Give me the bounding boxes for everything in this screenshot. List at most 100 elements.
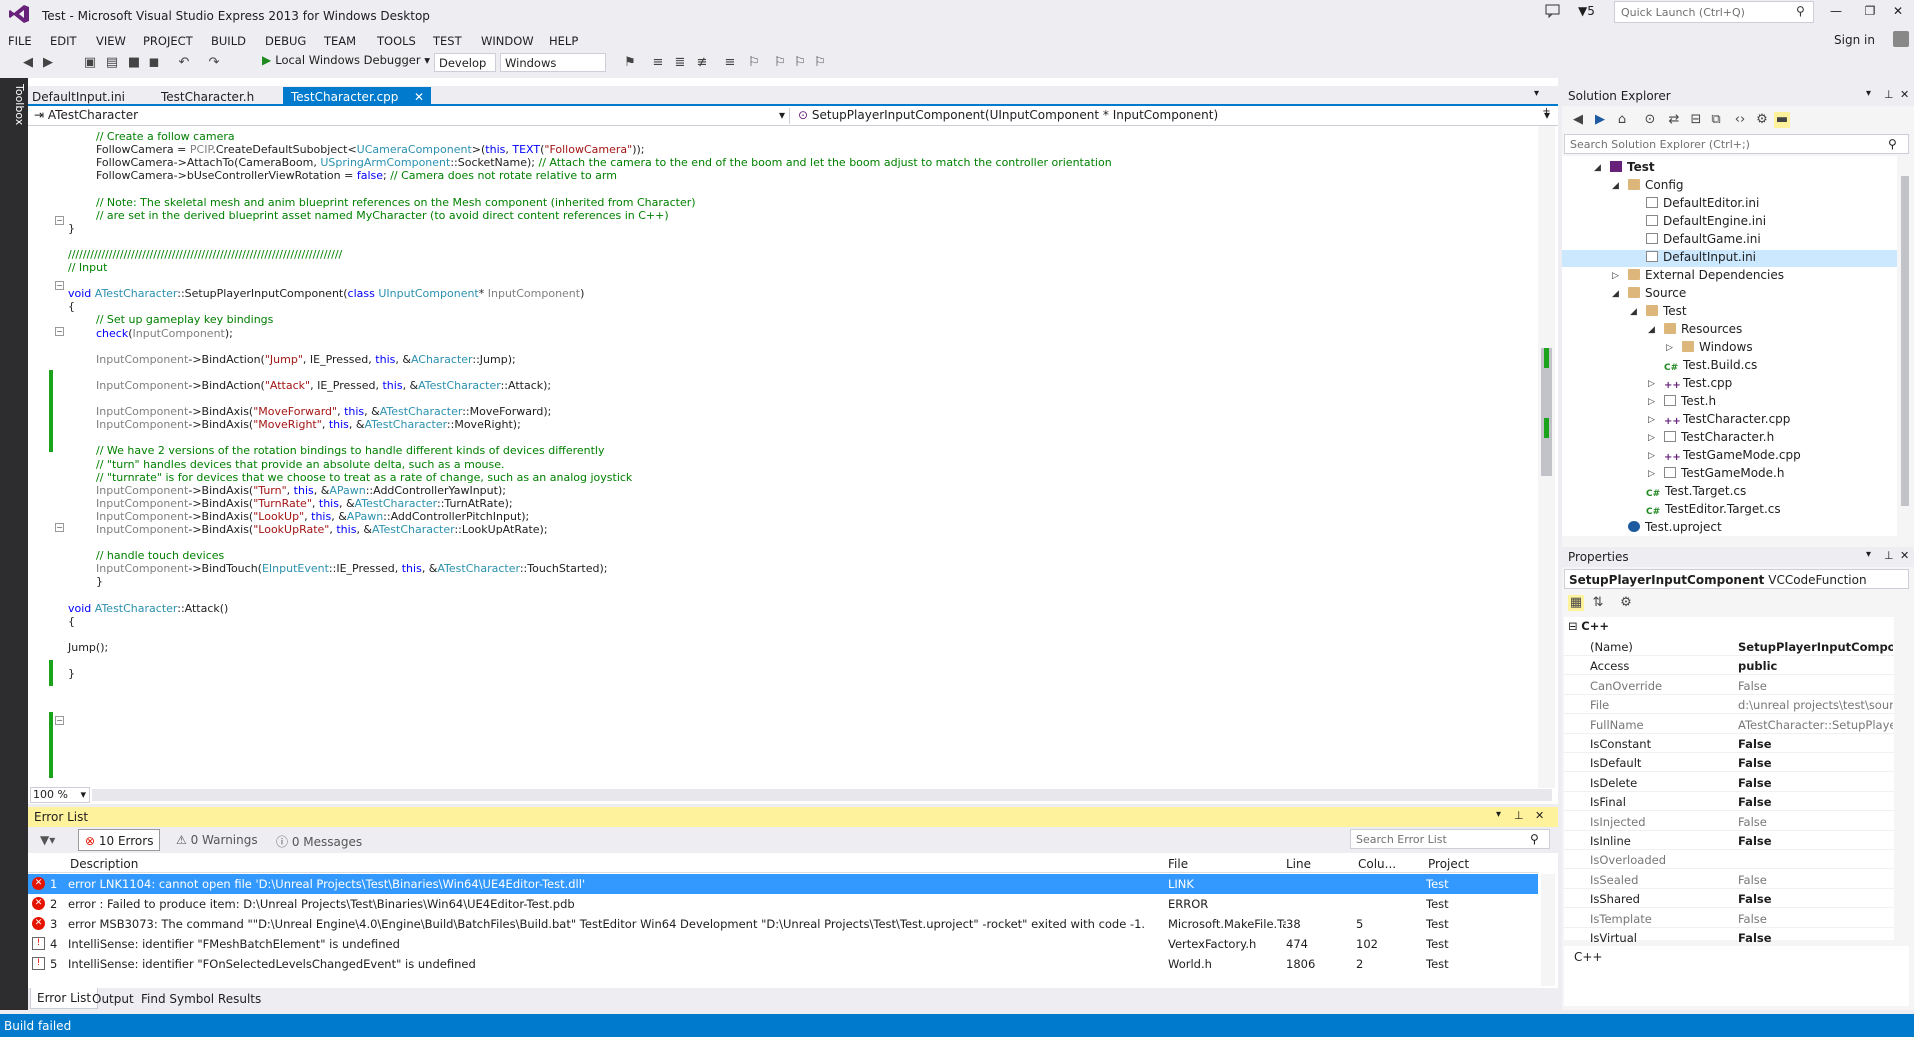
menu-window[interactable]: WINDOW	[481, 34, 534, 48]
table-row[interactable]: ! 4 IntelliSense: identifier "FMeshBatchEl…	[28, 934, 1538, 954]
tree-node[interactable]: C# Test.Target.cs	[1646, 484, 1746, 501]
property-row[interactable]: CanOverride False	[1564, 676, 1894, 695]
new-project-icon[interactable]: ▣	[82, 55, 98, 71]
properties-icon[interactable]: ⚙	[1754, 112, 1770, 128]
home-icon[interactable]: ⌂	[1614, 112, 1630, 128]
open-file-icon[interactable]: ▤	[104, 55, 120, 71]
property-row[interactable]: IsSealed False	[1564, 870, 1894, 889]
property-row[interactable]: IsVirtual False	[1564, 928, 1894, 947]
property-row[interactable]: Access public	[1564, 656, 1894, 676]
chevron-down-icon[interactable]: ▾	[1496, 809, 1501, 820]
search-icon[interactable]: ⚲	[1888, 137, 1897, 151]
editor-horizontal-scrollbar[interactable]	[92, 789, 1552, 801]
config-select[interactable]: Develop	[434, 53, 496, 72]
collapse-icon[interactable]: −	[55, 216, 64, 225]
table-row[interactable]: ! 5 IntelliSense: identifier "FOnSelectedL…	[28, 954, 1538, 974]
bookmark-next-icon[interactable]: ⚐	[792, 55, 808, 71]
solution-tree-scrollbar[interactable]	[1897, 156, 1912, 536]
error-list-scrollbar[interactable]	[1541, 874, 1555, 986]
column-description[interactable]: Description	[70, 857, 138, 871]
feedback-filter-icon[interactable]: ▼5	[1578, 4, 1595, 18]
collapse-icon[interactable]: −	[55, 327, 64, 336]
bookmark-clear-icon[interactable]: ⚐	[812, 55, 828, 71]
errors-filter-button[interactable]: ⊗ 10 Errors	[78, 829, 161, 851]
save-all-icon[interactable]: ◼	[146, 55, 162, 71]
collapse-icon[interactable]: −	[55, 523, 64, 532]
maximize-button[interactable]: ❐	[1858, 4, 1882, 22]
tree-node[interactable]: DefaultInput.ini	[1562, 250, 1897, 267]
expanded-arrow-icon[interactable]: ◢	[1594, 163, 1601, 173]
close-icon[interactable]: ✕	[1535, 809, 1544, 822]
property-row[interactable]: File d:\unreal projects\test\sourc	[1564, 695, 1894, 715]
categorized-icon[interactable]: ▦	[1568, 595, 1584, 611]
indent-icon[interactable]: ≣	[672, 55, 688, 71]
notification-icon[interactable]	[1545, 4, 1561, 19]
collapsed-arrow-icon[interactable]: ▷	[1648, 433, 1655, 443]
pending-changes-icon[interactable]: ⊙	[1642, 112, 1658, 128]
save-icon[interactable]: ■	[126, 55, 142, 71]
property-row[interactable]: IsOverloaded	[1564, 850, 1894, 870]
back-icon[interactable]: ◀	[1570, 112, 1586, 128]
editor-vertical-scrollbar[interactable]	[1538, 126, 1555, 788]
tree-node[interactable]: ▷ Test.h	[1648, 394, 1716, 411]
property-row[interactable]: IsTemplate False	[1564, 909, 1894, 928]
preview-selected-icon[interactable]: ▬	[1774, 112, 1790, 128]
tab-defaultinput-ini[interactable]: DefaultInput.ini	[32, 87, 125, 105]
properties-object-select[interactable]: SetupPlayerInputComponent VCCodeFunction	[1564, 569, 1909, 589]
pin-icon[interactable]: ⊥	[1514, 809, 1524, 822]
menu-edit[interactable]: EDIT	[50, 34, 77, 48]
property-row[interactable]: IsConstant False	[1564, 734, 1894, 753]
forward-icon[interactable]: ▶	[1592, 112, 1608, 128]
column-line[interactable]: Line	[1286, 857, 1311, 871]
property-row[interactable]: IsDefault False	[1564, 753, 1894, 773]
property-row[interactable]: IsFinal False	[1564, 792, 1894, 812]
tree-node[interactable]: ◢ Test	[1594, 160, 1655, 177]
property-row[interactable]: IsDelete False	[1564, 773, 1894, 792]
tree-node[interactable]: ▷ Windows	[1666, 340, 1753, 357]
column-file[interactable]: File	[1168, 857, 1188, 871]
pin-icon[interactable]: ⊥	[1884, 88, 1894, 101]
property-row[interactable]: IsInline False	[1564, 831, 1894, 850]
property-row[interactable]: FullName ATestCharacter::SetupPlayer	[1564, 715, 1894, 734]
tree-node[interactable]: ▷ TestGameMode.h	[1648, 466, 1784, 483]
collapsed-arrow-icon[interactable]: ▷	[1648, 379, 1655, 389]
search-solution-explorer-input[interactable]: Search Solution Explorer (Ctrl+;)	[1564, 134, 1909, 154]
tree-node[interactable]: ▷ ++ Test.cpp	[1648, 376, 1732, 393]
menu-view[interactable]: VIEW	[96, 34, 126, 48]
redo-icon[interactable]: ↷	[206, 55, 222, 71]
expanded-arrow-icon[interactable]: ◢	[1612, 181, 1619, 191]
collapsed-arrow-icon[interactable]: ▷	[1648, 397, 1655, 407]
expanded-arrow-icon[interactable]: ◢	[1612, 289, 1619, 299]
collapsed-arrow-icon[interactable]: ▷	[1648, 469, 1655, 479]
forward-icon[interactable]: ▶	[40, 55, 56, 71]
filter-icon[interactable]: ▼▾	[34, 829, 61, 851]
menu-build[interactable]: BUILD	[211, 34, 246, 48]
menu-tools[interactable]: TOOLS	[377, 34, 416, 48]
tab-output[interactable]: Output	[92, 992, 134, 1006]
minimize-button[interactable]: —	[1824, 4, 1848, 22]
tab-overflow-chevron-icon[interactable]: ▾	[1534, 88, 1539, 99]
split-editor-icon[interactable]: +	[1538, 106, 1555, 126]
collapse-icon[interactable]: −	[55, 281, 64, 290]
messages-filter-button[interactable]: ⓘ 0 Messages	[270, 829, 368, 851]
menu-help[interactable]: HELP	[549, 34, 578, 48]
member-dropdown[interactable]: ⊙ SetupPlayerInputComponent(UInputCompon…	[794, 108, 1554, 124]
outdent-icon[interactable]: ≢	[694, 55, 710, 71]
sync-icon[interactable]: ⇄	[1666, 112, 1682, 128]
show-all-files-icon[interactable]: ⧉	[1708, 112, 1724, 128]
tree-node[interactable]: C# Test.Build.cs	[1664, 358, 1757, 375]
collapsed-arrow-icon[interactable]: ▷	[1666, 343, 1673, 353]
properties-scrollbar[interactable]	[1896, 637, 1910, 937]
menu-test[interactable]: TEST	[433, 34, 462, 48]
tree-node[interactable]: ▷ ++ TestGameMode.cpp	[1648, 448, 1801, 465]
table-row[interactable]: ✕ 1 error LNK1104: cannot open file 'D:\Un…	[28, 874, 1538, 894]
quick-launch-input[interactable]: Quick Launch (Ctrl+Q)	[1614, 1, 1814, 23]
property-category[interactable]: ⊟ C++	[1568, 619, 1609, 633]
expanded-arrow-icon[interactable]: ◢	[1648, 325, 1655, 335]
warnings-filter-button[interactable]: ⚠ 0 Warnings	[170, 829, 264, 851]
column-project[interactable]: Project	[1428, 857, 1469, 871]
back-icon[interactable]: ◀	[20, 55, 36, 71]
collapsed-arrow-icon[interactable]: ▷	[1612, 271, 1619, 281]
property-pages-icon[interactable]: ⚙	[1618, 595, 1634, 611]
menu-team[interactable]: TEAM	[324, 34, 356, 48]
